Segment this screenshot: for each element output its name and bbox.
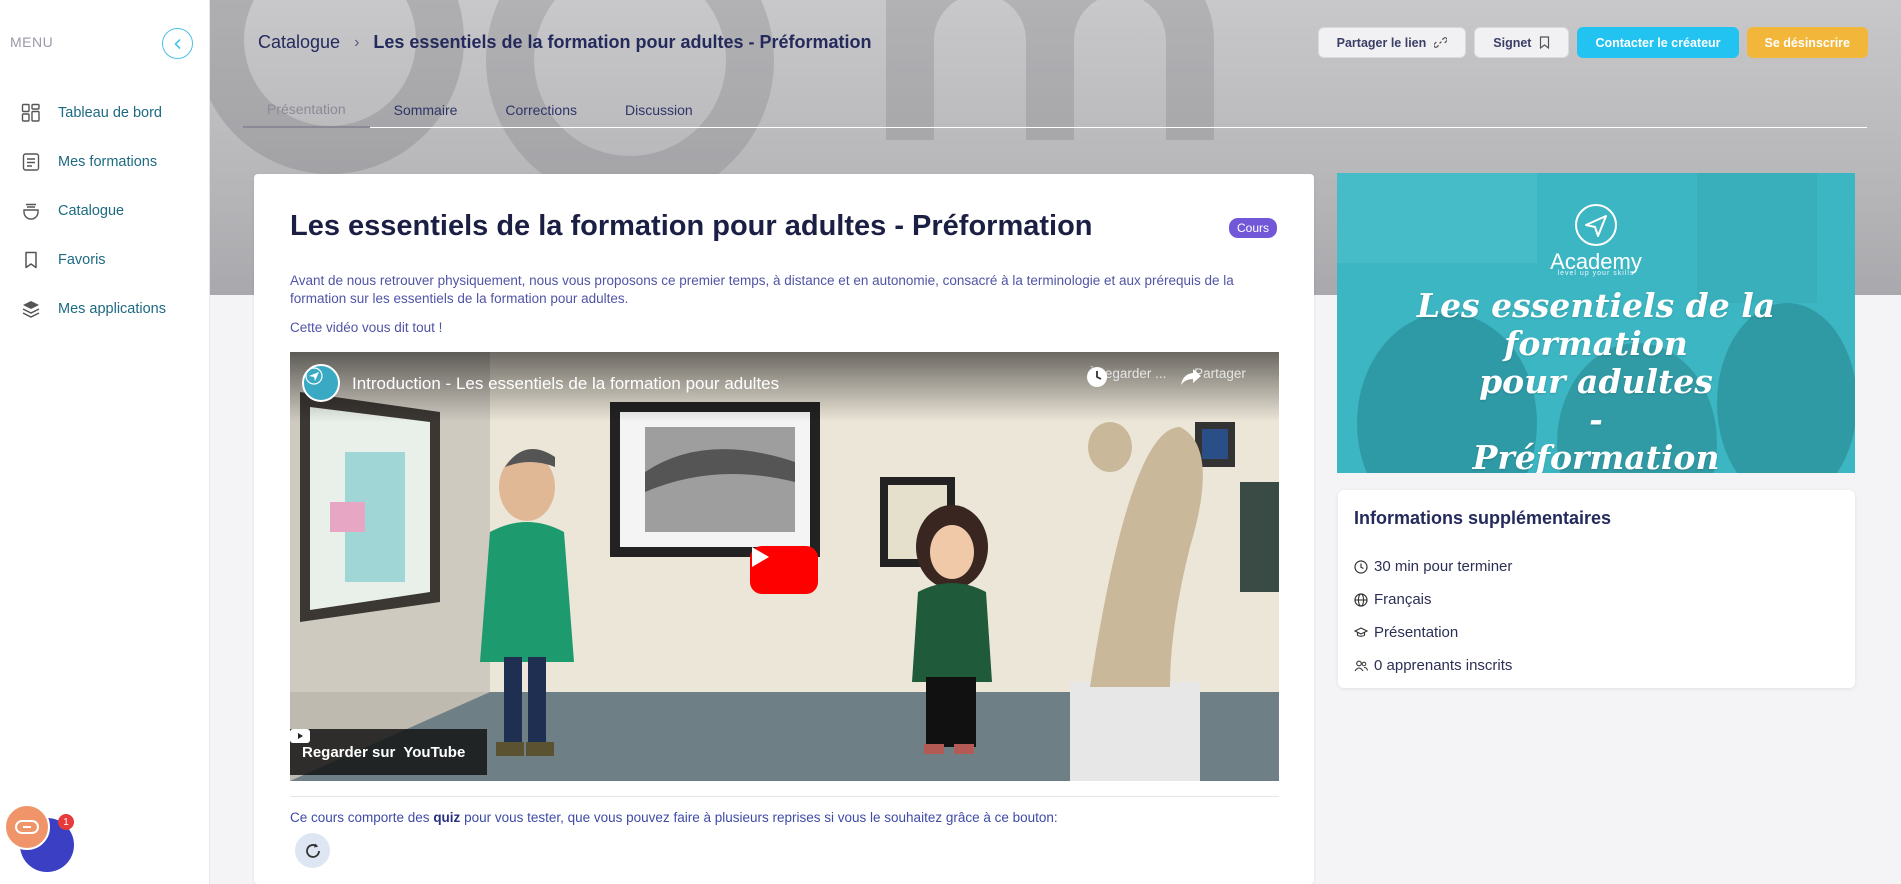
tab-corrections[interactable]: Corrections (481, 92, 601, 128)
course-cover-image: Academy level up your skills Les essenti… (1337, 173, 1855, 473)
share-arrow-icon (1181, 369, 1201, 385)
bookmark-label: Signet (1493, 35, 1532, 50)
info-row-text: Présentation (1374, 624, 1459, 641)
content-divider (290, 796, 1279, 797)
document-list-icon (20, 151, 42, 173)
tab-presentation[interactable]: Présentation (243, 92, 370, 128)
notification-badge: 1 (58, 814, 74, 830)
sidebar: MENU Tableau de bord Mes formations Cata… (0, 0, 210, 884)
watch-later-button[interactable]: À regarder ... (1086, 366, 1168, 387)
breadcrumb-root-link[interactable]: Catalogue (258, 32, 340, 53)
cover-title: Les essentiels de la formation pour adul… (1357, 286, 1835, 474)
course-type-badge: Cours (1228, 218, 1277, 238)
additional-info-title: Informations supplémentaires (1354, 508, 1612, 528)
info-row-text: Français (1374, 591, 1432, 608)
youtube-logo: YouTube (290, 729, 466, 761)
clock-icon (1087, 367, 1107, 387)
chat-icon (15, 820, 39, 834)
collapse-sidebar-button[interactable] (162, 28, 193, 59)
layers-icon (20, 298, 42, 320)
menu-title: MENU (10, 34, 54, 50)
cover-title-line: pour adultes (1479, 362, 1713, 401)
video-share-button[interactable]: Partager (1179, 366, 1261, 385)
chevron-left-icon (173, 38, 180, 49)
refresh-icon (305, 843, 320, 858)
unsubscribe-button[interactable]: Se désinscrire (1746, 27, 1868, 58)
info-level: Présentation (1354, 616, 1512, 649)
watch-on-youtube-button[interactable]: Regarder sur YouTube (290, 729, 487, 775)
info-learners: 0 apprenants inscrits (1354, 649, 1512, 682)
bookmark-icon (20, 249, 42, 271)
graduation-cap-icon (1354, 626, 1368, 640)
course-tabs: Présentation Sommaire Corrections Discus… (243, 92, 1867, 128)
share-link-button[interactable]: Partager le lien (1317, 27, 1467, 58)
chat-bubble-button[interactable] (4, 804, 50, 850)
bookmark-button[interactable]: Signet (1474, 27, 1570, 58)
quiz-note-start: Ce cours comporte des (290, 810, 434, 825)
sidebar-item-favorites[interactable]: Favoris (0, 235, 210, 284)
sidebar-item-label: Catalogue (58, 202, 125, 219)
share-link-label: Partager le lien (1336, 35, 1427, 50)
academy-tagline: level up your skills (1557, 270, 1635, 277)
course-description: Avant de nous retrouver physiquement, no… (290, 273, 1234, 306)
play-button[interactable] (750, 546, 818, 594)
video-player[interactable]: Introduction - Les essentiels de la form… (290, 352, 1279, 781)
paper-plane-icon (305, 367, 323, 385)
header-actions: Partager le lien Signet Contacter le cré… (1317, 27, 1868, 58)
course-card: Les essentiels de la formation pour adul… (254, 174, 1314, 884)
app-root: MENU Tableau de bord Mes formations Cata… (0, 0, 1901, 884)
additional-info-card: Informations supplémentaires 30 min pour… (1338, 490, 1855, 688)
info-duration: 30 min pour terminer (1354, 550, 1512, 583)
retry-quiz-button[interactable] (295, 833, 330, 868)
additional-info-list: 30 min pour terminer Français Présentati… (1354, 550, 1512, 682)
clock-icon (1354, 559, 1368, 574)
sidebar-item-label: Mes applications (58, 300, 166, 317)
quiz-note-keyword: quiz (433, 810, 461, 825)
info-language: Français (1354, 583, 1512, 616)
video-title[interactable]: Introduction - Les essentiels de la form… (352, 374, 779, 394)
cover-title-line: Les essentiels de la formation (1416, 286, 1776, 363)
tab-discussion[interactable]: Discussion (601, 92, 717, 128)
users-icon (1354, 659, 1368, 673)
bowl-catalog-icon (20, 200, 42, 222)
youtube-play-icon (290, 729, 310, 743)
bookmark-icon (1540, 36, 1550, 49)
play-icon (752, 547, 769, 567)
link-icon (1434, 37, 1448, 48)
sidebar-item-label: Favoris (58, 251, 106, 268)
cover-title-line: - (1589, 400, 1603, 439)
sidebar-item-my-apps[interactable]: Mes applications (0, 284, 210, 333)
cover-title-line: Préformation (1472, 438, 1720, 474)
globe-icon (1354, 592, 1368, 607)
youtube-wordmark: YouTube (403, 743, 466, 761)
sidebar-nav: Tableau de bord Mes formations Catalogue… (0, 88, 210, 333)
tab-summary[interactable]: Sommaire (370, 92, 482, 128)
contact-creator-button[interactable]: Contacter le créateur (1577, 27, 1739, 58)
academy-logo-icon (1575, 204, 1617, 246)
quiz-note-end: pour vous tester, que vous pouvez faire … (460, 810, 1058, 825)
breadcrumb-separator: › (354, 33, 360, 51)
dashboard-grid-icon (20, 102, 42, 124)
sidebar-item-dashboard[interactable]: Tableau de bord (0, 88, 210, 137)
breadcrumb: Catalogue › Les essentiels de la formati… (258, 32, 872, 53)
course-title: Les essentiels de la formation pour adul… (290, 210, 1093, 242)
breadcrumb-current: Les essentiels de la formation pour adul… (373, 32, 872, 52)
sidebar-item-label: Tableau de bord (58, 104, 162, 121)
info-row-text: 0 apprenants inscrits (1374, 657, 1513, 674)
quiz-note: Ce cours comporte des quiz pour vous tes… (290, 810, 1058, 825)
watch-on-label: Regarder sur (302, 743, 396, 761)
sidebar-item-label: Mes formations (58, 153, 158, 170)
sidebar-item-catalogue[interactable]: Catalogue (0, 186, 210, 235)
sidebar-item-my-courses[interactable]: Mes formations (0, 137, 210, 186)
channel-avatar[interactable] (302, 364, 340, 402)
info-row-text: 30 min pour terminer (1374, 558, 1513, 575)
video-intro-text: Cette vidéo vous dit tout ! (290, 320, 443, 335)
